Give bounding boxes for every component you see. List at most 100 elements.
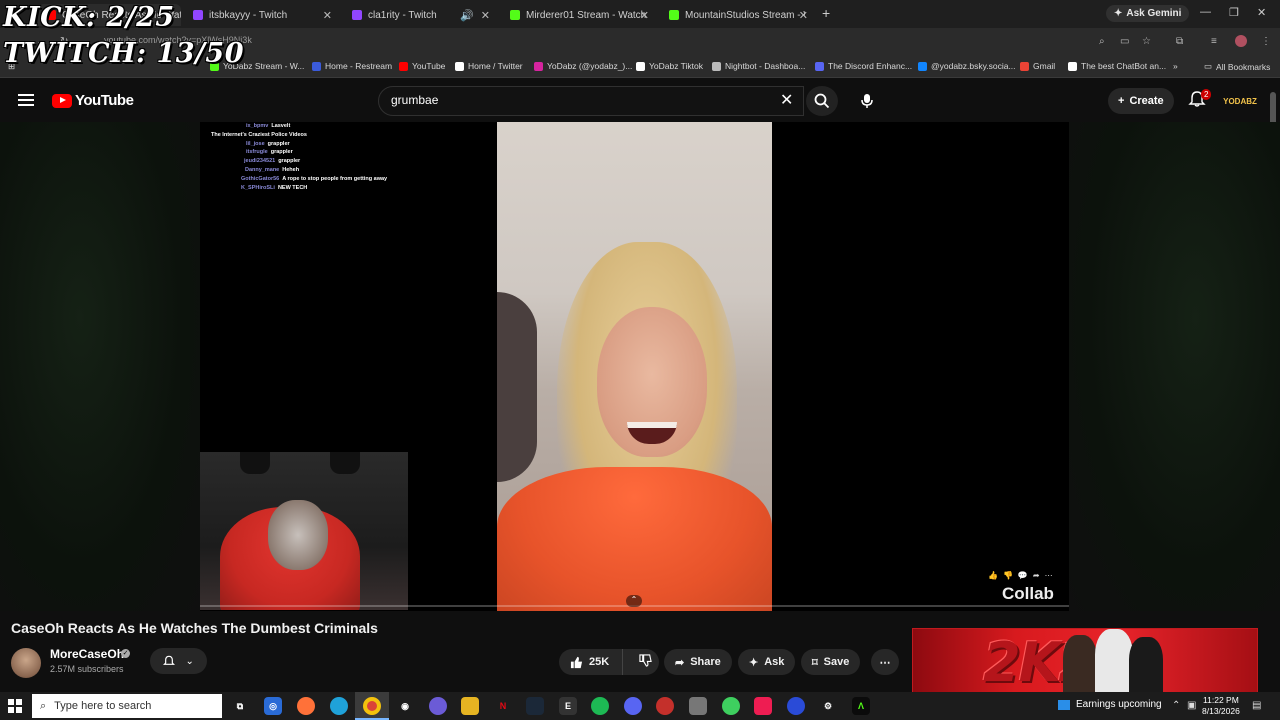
search-button[interactable] (806, 86, 838, 116)
copilot-icon[interactable]: ◎ (264, 697, 282, 715)
bookmark-item[interactable]: The best ChatBot an... (1068, 61, 1166, 71)
menu-dots-icon[interactable]: ⋮ (1261, 36, 1271, 47)
restore-icon[interactable]: ❐ (1229, 6, 1239, 19)
chat-user: ix_bpmv (246, 123, 269, 129)
chat-text: NEW TECH (277, 184, 308, 191)
obs-icon[interactable]: ◉ (396, 697, 414, 715)
bookmark-item[interactable]: YoDabz (@yodabz_)... (534, 61, 632, 71)
bookmark-item[interactable]: @yodabz.bsky.socia... (918, 61, 1016, 71)
new-tab-button[interactable]: + (822, 5, 830, 21)
chat-text: A rope to stop people from getting away (282, 175, 388, 182)
more-bookmarks-icon[interactable]: » (1173, 61, 1178, 71)
bookmark-star-icon[interactable]: ☆ (1142, 36, 1151, 47)
media-icon[interactable]: ≡ (1211, 36, 1217, 47)
channel-name[interactable]: MoreCaseOh (50, 647, 124, 661)
clear-search-icon[interactable]: ✕ (780, 90, 793, 110)
voice-search-button[interactable] (852, 86, 882, 116)
epic-games-icon[interactable]: E (559, 697, 577, 715)
zoom-icon[interactable]: ⌕ (1099, 36, 1105, 47)
settings-gear-icon[interactable]: ⚙ (819, 697, 837, 715)
bookmark-item[interactable]: Home - Restream (312, 61, 392, 71)
twitch-count-overlay: TWITCH: 13/50 (3, 38, 245, 69)
video-content-frame (497, 122, 772, 611)
network-icon[interactable]: ▣ (1187, 700, 1196, 711)
dislike-button[interactable] (629, 654, 652, 670)
taskbar-search-box[interactable]: ⌕ Type here to search (32, 694, 222, 718)
all-bookmarks-button[interactable]: ▭ All Bookmarks (1204, 61, 1270, 72)
close-tab-icon[interactable]: ✕ (799, 9, 808, 22)
instagram-icon (534, 61, 543, 71)
file-explorer-icon[interactable] (461, 697, 479, 715)
restream-icon (312, 61, 321, 71)
search-box[interactable] (378, 86, 804, 116)
discord-icon[interactable] (624, 697, 642, 715)
app-icon[interactable] (722, 697, 740, 715)
notification-center-icon[interactable]: ▤ (1252, 700, 1261, 711)
more-dots-icon: ⋯ (879, 656, 891, 669)
close-window-icon[interactable]: ✕ (1257, 6, 1266, 19)
notification-count-badge: 2 (1201, 89, 1212, 100)
task-view-icon[interactable]: ⧉ (231, 697, 249, 715)
app-icon[interactable] (689, 697, 707, 715)
search-input[interactable] (391, 93, 771, 107)
spotify-icon[interactable] (591, 697, 609, 715)
channel-avatar[interactable] (11, 648, 41, 678)
audio-icon[interactable]: 🔊 (460, 9, 474, 22)
taskbar-clock[interactable]: 11:22 PM 8/13/2026 (1202, 695, 1240, 717)
app-icon[interactable]: Λ (852, 697, 870, 715)
tab-cla1rity-twitch[interactable]: cla1rity - Twitch 🔊 ✕ (344, 4, 496, 26)
chat-user: jeudi234521 (244, 158, 276, 165)
tray-chevron-up-icon[interactable]: ⌃ (1172, 700, 1180, 711)
ask-gemini-button[interactable]: ✦ Ask Gemini (1106, 5, 1190, 22)
minimize-icon[interactable]: — (1200, 6, 1211, 18)
ask-gemini-label: Ask Gemini (1126, 8, 1182, 19)
extensions-icon[interactable]: ⧉ (1176, 36, 1183, 47)
windows-start-icon[interactable] (8, 699, 22, 713)
more-actions-button[interactable]: ⋯ (871, 649, 899, 675)
youtube-play-icon (52, 93, 72, 108)
gemini-sparkle-icon: ✦ (1114, 8, 1123, 19)
chrome-icon[interactable] (363, 697, 381, 715)
tab-title: MountainStudios Stream - Watch (685, 9, 805, 21)
tab-mountainstudios-kick[interactable]: MountainStudios Stream - Watch ✕ (661, 4, 814, 26)
save-button[interactable]: ⌑ Save (801, 649, 861, 675)
profile-icon[interactable] (1235, 35, 1247, 47)
share-button[interactable]: ➦ Share (664, 649, 732, 675)
subscribed-notifications-button[interactable]: ⌄ (150, 648, 207, 674)
ask-button[interactable]: ✦ Ask (738, 649, 796, 675)
ad-banner[interactable]: 2K27 (912, 628, 1258, 694)
bookmark-item[interactable]: YoDabz Tiktok (636, 61, 703, 71)
cast-icon[interactable]: ▭ (1120, 36, 1129, 47)
hamburger-menu-icon[interactable] (18, 94, 34, 106)
tab-itsbkayyy-twitch[interactable]: itsbkayyy - Twitch ✕ (185, 4, 338, 26)
earnings-widget[interactable]: Earnings upcoming (1058, 699, 1162, 710)
tab-mirderer01-kick[interactable]: Mirderer01 Stream - Watch Live ✕ (502, 4, 655, 26)
player-overlay-controls[interactable]: 👍👎💬➦⋯ (988, 571, 1058, 580)
tiktok-icon[interactable] (754, 697, 772, 715)
chat-text: Lasvelt (271, 123, 291, 129)
bookmark-item[interactable]: The Discord Enhanc... (815, 61, 912, 71)
close-tab-icon[interactable]: ✕ (323, 9, 332, 22)
chat-text: The Internet's Craziest Police Videos (211, 131, 307, 138)
youtube-logo[interactable]: YouTube (52, 92, 134, 109)
bookmark-item[interactable]: YouTube (399, 61, 445, 71)
bookmark-item[interactable]: Home / Twitter (455, 61, 523, 71)
bookmark-item[interactable]: Nightbot - Dashboa... (712, 61, 805, 71)
steam-icon[interactable] (526, 697, 544, 715)
like-button[interactable]: 25K (559, 649, 623, 675)
expand-chevron-icon[interactable]: ⌃ (626, 595, 642, 607)
edge-icon[interactable] (330, 697, 348, 715)
app-icon[interactable] (656, 697, 674, 715)
create-button[interactable]: + Create (1108, 88, 1174, 114)
close-tab-icon[interactable]: ✕ (640, 9, 649, 22)
account-avatar[interactable]: YODABZ (1223, 88, 1257, 114)
tor-icon[interactable] (429, 697, 447, 715)
bookmark-item[interactable]: Gmail (1020, 61, 1055, 71)
chat-user: itsfrugle (246, 149, 268, 156)
netflix-icon[interactable]: N (494, 697, 512, 715)
save-label: Save (823, 656, 850, 668)
app-icon[interactable] (787, 697, 805, 715)
close-tab-icon[interactable]: ✕ (481, 9, 490, 22)
firefox-icon[interactable] (297, 697, 315, 715)
plus-icon: + (1118, 95, 1125, 107)
